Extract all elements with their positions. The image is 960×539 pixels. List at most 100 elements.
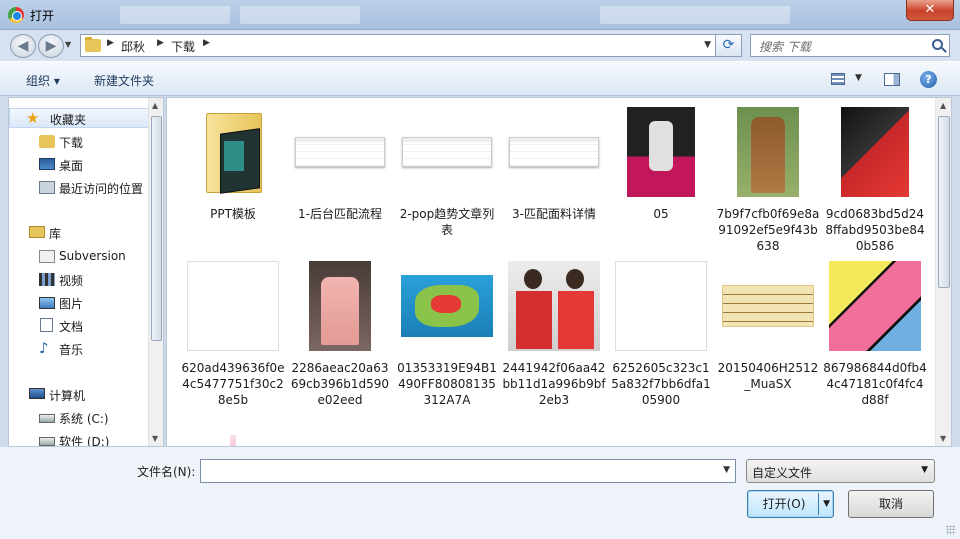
chevron-right-icon[interactable]: ▶ bbox=[107, 38, 114, 48]
image-thumbnail bbox=[288, 258, 392, 354]
thumbnail-art bbox=[516, 291, 552, 349]
breadcrumb-user[interactable]: 邱秋 bbox=[121, 38, 145, 55]
file-tile[interactable]: 05 bbox=[609, 104, 713, 254]
image-thumbnail bbox=[181, 258, 285, 354]
scroll-down-icon[interactable]: ▼ bbox=[940, 434, 946, 443]
nav-item-documents[interactable]: 文档 bbox=[9, 316, 149, 336]
filetype-value: 自定义文件 bbox=[752, 466, 813, 480]
chevron-right-icon[interactable]: ▶ bbox=[157, 38, 164, 48]
nav-item-desktop[interactable]: 桌面 bbox=[9, 155, 149, 175]
cancel-button[interactable]: 取消 bbox=[848, 490, 934, 518]
file-tile[interactable]: 1-后台匹配流程 bbox=[288, 104, 392, 254]
scroll-down-icon[interactable]: ▼ bbox=[152, 434, 158, 443]
nav-item-music[interactable]: ♪ 音乐 bbox=[9, 339, 149, 359]
help-icon[interactable]: ? bbox=[920, 71, 937, 88]
file-name: 6252605c323c15a832f7bb6dfa105900 bbox=[611, 361, 711, 407]
filename-input[interactable]: ▼ bbox=[200, 459, 736, 483]
file-tile[interactable]: 7b9f7cfb0f69e8a91092ef5e9f43b638 bbox=[716, 104, 820, 254]
folder-icon bbox=[181, 104, 285, 200]
nav-item-recent[interactable]: 最近访问的位置 bbox=[9, 178, 154, 198]
file-tile[interactable]: 3-匹配面料详情 bbox=[502, 104, 606, 254]
video-icon bbox=[39, 273, 55, 286]
file-tile[interactable]: 2-pop趋势文章列表 bbox=[395, 104, 499, 254]
thumbnail-art bbox=[508, 261, 600, 351]
scroll-up-icon[interactable]: ▲ bbox=[940, 101, 946, 110]
file-tile[interactable]: 6252605c323c15a832f7bb6dfa105900 bbox=[609, 258, 713, 408]
pictures-icon bbox=[39, 297, 55, 309]
background-tab-ghost bbox=[120, 6, 230, 24]
image-thumbnail bbox=[609, 104, 713, 200]
nav-item-drive-c[interactable]: 系统 (C:) bbox=[9, 408, 149, 428]
nav-item-pictures[interactable]: 图片 bbox=[9, 293, 149, 313]
file-tile[interactable]: 620ad439636f0e4c5477751f30c28e5b bbox=[181, 258, 285, 408]
file-tile[interactable]: 2441942f06aa42bb11d1a996b9bf2eb3 bbox=[502, 258, 606, 408]
file-name: 20150406H2512_MuaSX bbox=[717, 361, 819, 391]
recent-pages-dropdown-icon[interactable]: ▼ bbox=[65, 40, 75, 52]
file-tile[interactable]: 9cd0683bd5d248ffabd9503be840b586 bbox=[823, 104, 927, 254]
file-tile[interactable] bbox=[716, 410, 820, 446]
scrollbar-thumb[interactable] bbox=[151, 116, 162, 341]
file-tile[interactable]: 867986844d0fb44c47181c0f4fc4d88f bbox=[823, 258, 927, 408]
address-bar[interactable]: ▶ 邱秋 ▶ 下载 ▶ ▼ bbox=[80, 34, 716, 57]
nav-item-drive-d[interactable]: 软件 (D:) bbox=[9, 431, 149, 446]
file-tile[interactable] bbox=[823, 410, 927, 446]
nav-item-favorites[interactable]: ★ 收藏夹 bbox=[9, 108, 149, 128]
image-thumbnail bbox=[716, 258, 820, 354]
folder-tile[interactable]: PPT模板 bbox=[181, 104, 285, 254]
search-icon[interactable] bbox=[932, 39, 943, 50]
scroll-up-icon[interactable]: ▲ bbox=[152, 101, 158, 110]
file-name: 2286aeac20a6369cb396b1d590e02eed bbox=[290, 361, 390, 407]
nav-scrollbar[interactable]: ▲ ▼ bbox=[148, 98, 163, 446]
background-tab-ghost bbox=[240, 6, 360, 24]
image-thumbnail bbox=[609, 410, 713, 446]
chrome-app-icon bbox=[8, 7, 24, 23]
refresh-button[interactable]: ⟳ bbox=[716, 34, 742, 57]
nav-label: 图片 bbox=[59, 297, 84, 311]
chevron-down-icon[interactable]: ▼ bbox=[723, 465, 730, 475]
chevron-down-icon[interactable]: ▼ bbox=[704, 40, 711, 50]
nav-label: 最近访问的位置 bbox=[59, 182, 144, 196]
chevron-down-icon[interactable]: ▼ bbox=[855, 73, 862, 83]
file-name: 05 bbox=[653, 207, 669, 221]
organize-menu[interactable]: 组织 ▾ bbox=[26, 72, 60, 89]
scrollbar-thumb[interactable] bbox=[938, 116, 950, 288]
nav-item-libraries[interactable]: 库 bbox=[9, 223, 149, 243]
chevron-right-icon[interactable]: ▶ bbox=[203, 38, 210, 48]
filetype-select[interactable]: 自定义文件 ▼ bbox=[746, 459, 935, 483]
content-scrollbar[interactable]: ▲ ▼ bbox=[935, 98, 951, 446]
nav-item-computer[interactable]: 计算机 bbox=[9, 385, 149, 405]
close-button[interactable]: ✕ bbox=[906, 0, 954, 21]
file-name: PPT模板 bbox=[210, 207, 256, 221]
nav-label: 下载 bbox=[59, 136, 84, 150]
downloads-folder-icon bbox=[39, 135, 55, 148]
thumbnail-art bbox=[224, 141, 244, 171]
filename-label: 文件名(N): bbox=[137, 465, 196, 479]
forward-button[interactable]: ▶ bbox=[38, 34, 64, 58]
breadcrumb-downloads[interactable]: 下载 bbox=[171, 38, 195, 55]
nav-item-downloads[interactable]: 下载 bbox=[9, 132, 149, 152]
file-tile[interactable]: 20150406H2512_MuaSX bbox=[716, 258, 820, 408]
thumbnail-art bbox=[524, 269, 542, 289]
documents-icon bbox=[40, 318, 53, 332]
thumbnail-art bbox=[841, 107, 909, 197]
thumbnail-art bbox=[401, 275, 493, 337]
file-tile[interactable]: 01353319E94B1490FF80808135312A7A bbox=[395, 258, 499, 408]
open-button[interactable]: 打开(O) ▼ bbox=[747, 490, 834, 518]
view-icon[interactable] bbox=[831, 73, 845, 85]
back-button[interactable]: ◀ bbox=[10, 34, 36, 58]
open-options-chevron-icon[interactable]: ▼ bbox=[823, 491, 830, 517]
search-input[interactable]: 搜索 下载 bbox=[750, 34, 950, 57]
preview-pane-icon[interactable] bbox=[884, 73, 900, 86]
file-tile[interactable] bbox=[181, 410, 285, 446]
file-tile[interactable] bbox=[609, 410, 713, 446]
nav-label: 库 bbox=[49, 227, 62, 241]
thumbnail-art bbox=[295, 137, 385, 167]
resize-grip[interactable] bbox=[946, 525, 956, 535]
nav-item-videos[interactable]: 视频 bbox=[9, 270, 149, 290]
image-thumbnail bbox=[716, 410, 820, 446]
file-tile[interactable]: 2286aeac20a6369cb396b1d590e02eed bbox=[288, 258, 392, 408]
nav-item-subversion[interactable]: Subversion bbox=[9, 247, 149, 267]
music-icon: ♪ bbox=[39, 339, 49, 357]
thumbnail-art bbox=[230, 435, 236, 446]
new-folder-button[interactable]: 新建文件夹 bbox=[94, 72, 154, 89]
